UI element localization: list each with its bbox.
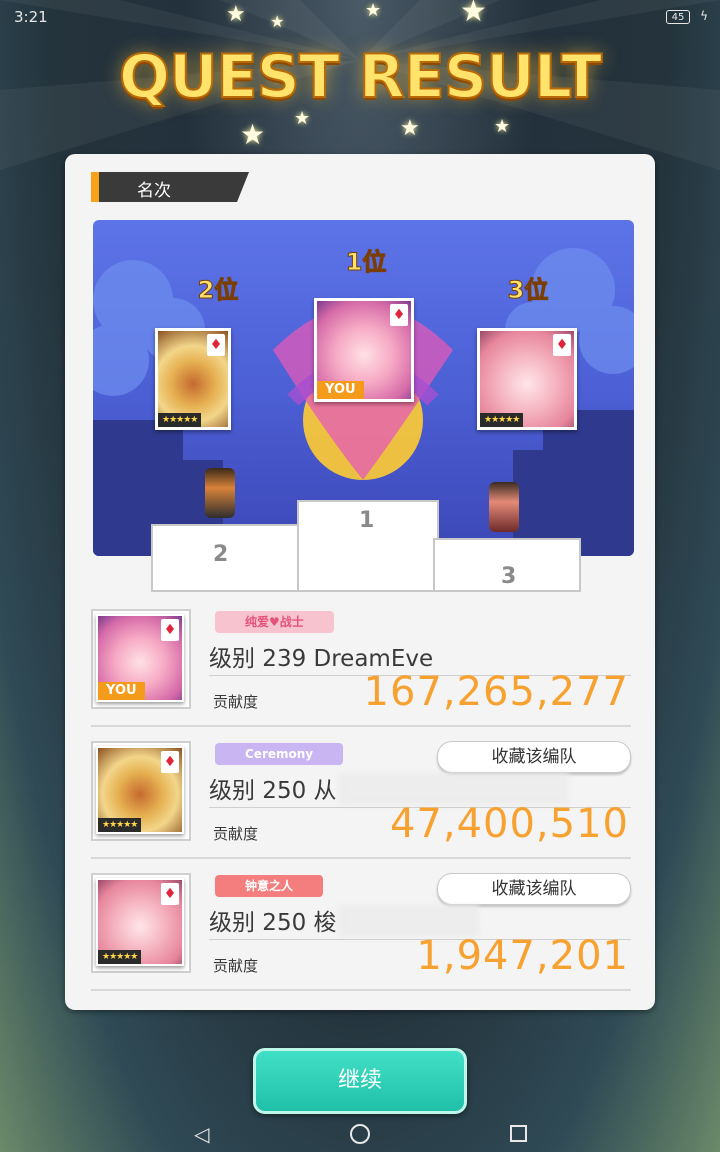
diamond-icon: ♦ — [553, 334, 571, 356]
rarity-stars: ★★★★★ — [98, 950, 142, 964]
player-name: 级别 250 梭 — [209, 910, 337, 936]
star-icon: ★ — [270, 12, 285, 31]
contribution-label: 贡献度 — [213, 693, 259, 711]
player-name: 级别 250 从 — [209, 778, 337, 804]
result-row: ♦ ★★★★★ 钟意之人 收藏该编队 级别 250 梭 贡献度 1,947,20… — [91, 873, 631, 991]
back-icon[interactable]: ◁ — [194, 1122, 209, 1146]
you-badge: YOU — [317, 381, 364, 399]
title-badge: Ceremony — [215, 743, 344, 765]
home-icon[interactable] — [350, 1124, 370, 1144]
save-team-button[interactable]: 收藏该编队 — [437, 741, 631, 773]
rank-3-banner: 3位 — [507, 276, 549, 305]
section-label: 名次 — [137, 181, 171, 201]
title-badge: 纯爱♥战士 — [215, 611, 334, 633]
continue-button[interactable]: 继续 — [253, 1048, 467, 1114]
diamond-icon: ♦ — [161, 619, 179, 641]
rarity-stars: ★★★★★ — [158, 413, 202, 427]
player-thumb[interactable]: ♦ ★★★★★ — [91, 873, 191, 973]
star-icon: ★ — [365, 0, 382, 21]
status-bar: 3:21 45 ϟ — [0, 0, 720, 36]
player-name: 级别 239 DreamEve — [209, 646, 434, 672]
result-row: ♦ YOU 纯爱♥战士 级别 239 DreamEve 贡献度 167,265,… — [91, 609, 631, 727]
podium-number-2: 2 — [213, 542, 229, 567]
section-header: 名次 — [91, 172, 249, 202]
quest-result-title: QUEST RESULT — [118, 41, 603, 113]
rarity-stars: ★★★★★ — [480, 413, 524, 427]
player-avatar: ♦ YOU — [96, 614, 184, 702]
star-icon: ★ — [400, 116, 420, 141]
battery-icon: 45 — [666, 10, 690, 24]
star-icon: ★ — [460, 0, 487, 29]
contribution-label: 贡献度 — [213, 957, 259, 975]
recents-icon[interactable] — [510, 1125, 527, 1142]
podium-number-3: 3 — [501, 564, 517, 589]
diamond-icon: ♦ — [390, 304, 408, 326]
you-badge: YOU — [98, 682, 145, 700]
rank-1-card[interactable]: ♦ YOU — [314, 298, 414, 402]
diamond-icon: ♦ — [161, 751, 179, 773]
result-panel: 名次 2位 ♦ ★★★★★ 1位 ♦ YOU 3位 ♦ ★★★★★ 2 1 3 … — [65, 154, 655, 1010]
player-avatar: ♦ ★★★★★ — [96, 746, 184, 834]
charging-icon: ϟ — [700, 9, 708, 23]
diamond-icon: ♦ — [207, 334, 225, 356]
star-icon: ★ — [226, 2, 246, 27]
star-icon: ★ — [494, 116, 511, 137]
contribution-label: 贡献度 — [213, 825, 259, 843]
player-avatar: ♦ ★★★★★ — [96, 878, 184, 966]
result-row: ♦ ★★★★★ Ceremony 收藏该编队 级别 250 从 贡献度 47,4… — [91, 741, 631, 859]
character-sprite — [205, 468, 235, 518]
save-team-button[interactable]: 收藏该编队 — [437, 873, 631, 905]
star-icon: ★ — [240, 118, 266, 151]
diamond-icon: ♦ — [161, 883, 179, 905]
player-thumb[interactable]: ♦ YOU — [91, 609, 191, 709]
rarity-stars: ★★★★★ — [98, 818, 142, 832]
podium-number-1: 1 — [359, 508, 375, 533]
system-nav-bar: ◁ — [0, 1114, 720, 1152]
clock: 3:21 — [14, 8, 48, 26]
rank-1-banner: 1位 — [345, 248, 387, 277]
rank-3-card[interactable]: ♦ ★★★★★ — [477, 328, 577, 430]
player-thumb[interactable]: ♦ ★★★★★ — [91, 741, 191, 841]
title-badge: 钟意之人 — [215, 875, 324, 897]
rank-2-banner: 2位 — [197, 276, 239, 305]
contribution-value: 1,947,201 — [416, 933, 629, 979]
contribution-value: 47,400,510 — [389, 801, 629, 847]
rank-2-card[interactable]: ♦ ★★★★★ — [155, 328, 231, 430]
contribution-value: 167,265,277 — [363, 669, 629, 715]
character-sprite — [489, 482, 519, 532]
